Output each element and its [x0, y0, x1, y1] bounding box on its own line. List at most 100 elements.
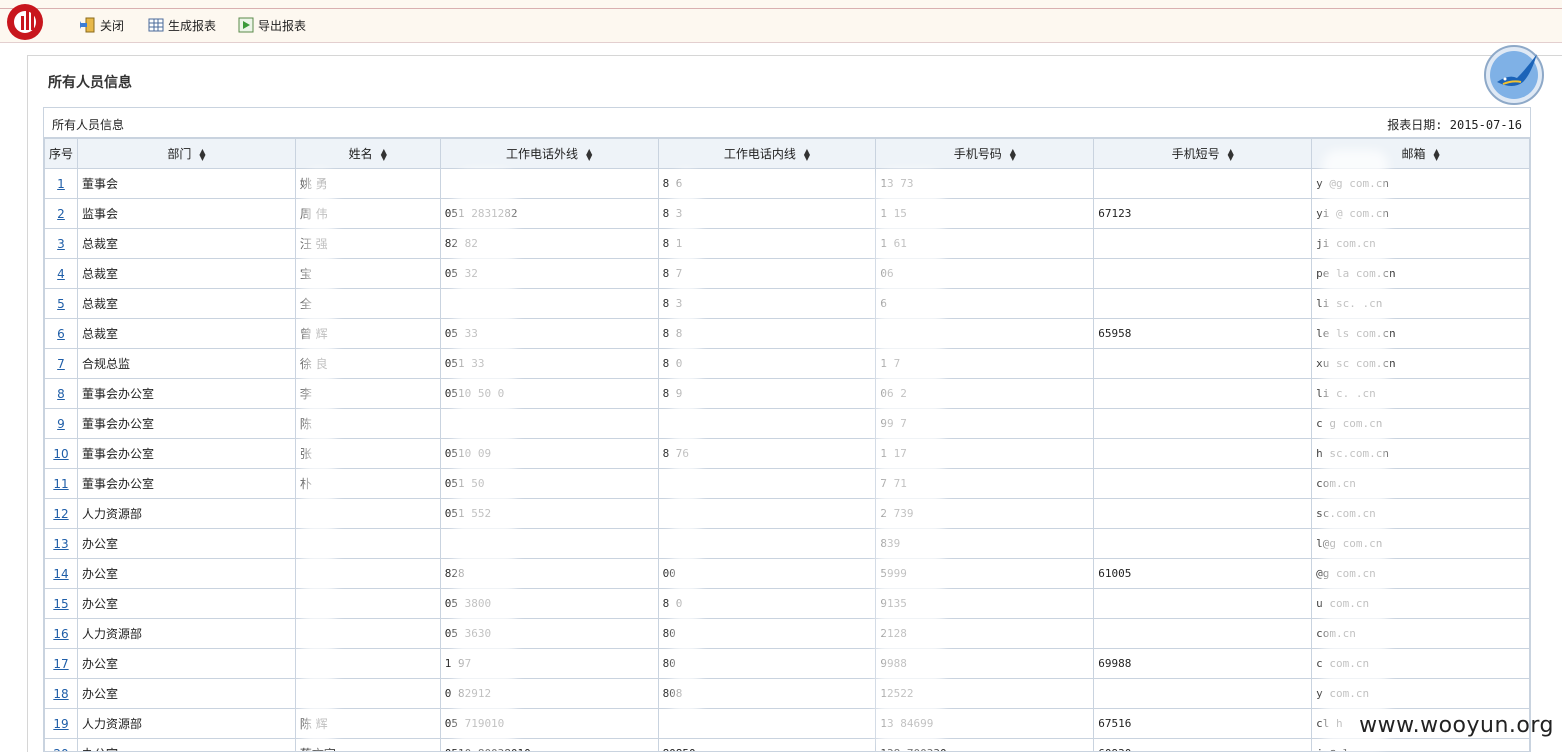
row-number-link[interactable]: 16	[53, 627, 68, 641]
row-number-link[interactable]: 14	[53, 567, 68, 581]
table-cell: 监事会	[76, 198, 296, 229]
table-cell: 6	[44, 318, 78, 349]
row-number-link[interactable]: 15	[53, 597, 68, 611]
table-cell: 人力资源部	[76, 618, 296, 649]
report-header: 所有人员信息 报表日期: 2015-07-16	[44, 108, 1530, 138]
row-number-link[interactable]: 11	[53, 477, 68, 491]
table-row: 6总裁室曾 辉05 338 865958le ls com.cn	[44, 318, 1530, 349]
table-cell: 80850	[657, 738, 877, 751]
row-number-link[interactable]: 8	[57, 387, 65, 401]
table-row: 1董事会姚 勇8 613 73y @g com.cn	[44, 168, 1530, 199]
row-number-link[interactable]: 2	[57, 207, 65, 221]
column-header[interactable]: 工作电话内线 ▲ ▼	[657, 138, 877, 169]
row-number-link[interactable]: 10	[53, 447, 68, 461]
bird-logo-icon	[1484, 45, 1544, 105]
table-cell: 20	[44, 738, 78, 752]
sort-icon[interactable]: ▲ ▼	[381, 147, 387, 161]
table-row: 17办公室1 9780998869988c com.cn	[44, 648, 1530, 679]
table-cell: 办公室	[76, 588, 296, 619]
table-cell	[1093, 168, 1313, 199]
table-row: 11董事会办公室朴051 507 71com.cn	[44, 468, 1530, 499]
column-header[interactable]: 手机短号 ▲ ▼	[1093, 138, 1313, 169]
table-row: 14办公室82800599961005@g com.cn	[44, 558, 1530, 589]
column-header-label: 手机短号	[1171, 147, 1220, 161]
table-cell	[1093, 678, 1313, 709]
table-body: 1董事会姚 勇8 613 73y @g com.cn2监事会周 伟051 283…	[44, 168, 1530, 752]
table-cell: 合规总监	[76, 348, 296, 379]
table-row: 7合规总监徐 良051 338 01 7xu sc com.cn	[44, 348, 1530, 379]
app-logo-icon	[7, 4, 43, 40]
row-number-link[interactable]: 4	[57, 267, 65, 281]
table-header-row: 序号 部门 ▲ ▼ 姓名 ▲ ▼ 工作电话外线 ▲ ▼ 工作电话内线 ▲ ▼ 手机号码 ▲ ▼ 手机短号 ▲ ▼ 邮箱…	[44, 138, 1530, 169]
table-cell: 9	[44, 408, 78, 439]
table-cell: 办公室	[76, 528, 296, 559]
row-number-link[interactable]: 3	[57, 237, 65, 251]
table-row: 8董事会办公室李0510 50 08 906 2li c. .cn	[44, 378, 1530, 409]
column-header-label: 序号	[48, 147, 73, 161]
page-title: 所有人员信息	[48, 75, 132, 91]
table-cell: 董事会办公室	[76, 408, 296, 439]
export-report-button[interactable]: 导出报表	[238, 16, 306, 34]
table-row: 16人力资源部05 3630802128com.cn	[44, 618, 1530, 649]
table-cell: 人力资源部	[76, 498, 296, 529]
sort-icon[interactable]: ▲ ▼	[1433, 147, 1439, 161]
report-container: 所有人员信息 报表日期: 2015-07-16 序号 部门 ▲ ▼ 姓名 ▲ ▼ 工作电话外线…	[43, 107, 1531, 752]
sort-icon[interactable]: ▲ ▼	[804, 147, 810, 161]
row-number-link[interactable]: 18	[53, 687, 68, 701]
table-cell	[1093, 348, 1313, 379]
sort-icon[interactable]: ▲ ▼	[586, 147, 592, 161]
redaction-mask	[455, 170, 515, 750]
column-header-label: 工作电话内线	[723, 147, 796, 161]
close-door-icon	[80, 17, 95, 33]
toolbar-top-line	[0, 8, 1562, 9]
table-cell: 董事会办公室	[76, 438, 296, 469]
table-cell: 3	[44, 228, 78, 259]
table-grid-icon	[148, 18, 164, 32]
row-number-link[interactable]: 6	[57, 327, 65, 341]
table-cell: 4	[44, 258, 78, 289]
sort-icon[interactable]: ▲ ▼	[199, 147, 205, 161]
table-cell	[1093, 288, 1313, 319]
table-row: 20办公室蔡文宇0510 8003801080850138 7003306093…	[44, 738, 1530, 752]
table-cell	[1093, 438, 1313, 469]
row-number-link[interactable]: 13	[53, 537, 68, 551]
table-row: 3总裁室汪 强82 828 11 61ji com.cn	[44, 228, 1530, 259]
row-number-link[interactable]: 9	[57, 417, 65, 431]
row-number-link[interactable]: 1	[57, 177, 65, 191]
column-header[interactable]: 手机号码 ▲ ▼	[875, 138, 1095, 169]
column-header-label: 邮箱	[1401, 147, 1426, 161]
table-cell: 60930	[1093, 738, 1313, 751]
table-cell: 办公室	[76, 738, 296, 751]
table-row: 9董事会办公室陈99 7c g com.cn	[44, 408, 1530, 439]
table-cell: 13	[44, 528, 78, 559]
table-cell	[1093, 378, 1313, 409]
row-number-link[interactable]: 5	[57, 297, 65, 311]
table-cell	[1093, 258, 1313, 289]
table-cell: 11	[44, 468, 78, 499]
table-cell	[1093, 528, 1313, 559]
table-cell: 8	[44, 378, 78, 409]
row-number-link[interactable]: 7	[57, 357, 65, 371]
export-icon	[238, 17, 254, 33]
close-button[interactable]: 关闭	[80, 16, 124, 34]
table-cell: 1	[44, 168, 78, 199]
sort-icon[interactable]: ▲ ▼	[1228, 147, 1234, 161]
row-number-link[interactable]: 12	[53, 507, 68, 521]
sort-icon[interactable]: ▲ ▼	[1010, 147, 1016, 161]
table-cell	[1093, 618, 1313, 649]
generate-report-button[interactable]: 生成报表	[148, 16, 216, 34]
column-header[interactable]: 姓名 ▲ ▼	[294, 138, 441, 169]
column-header[interactable]: 工作电话外线 ▲ ▼	[439, 138, 659, 169]
column-header-label: 姓名	[348, 147, 373, 161]
row-number-link[interactable]: 17	[53, 657, 68, 671]
table-cell: 总裁室	[76, 288, 296, 319]
table-cell: 19	[44, 708, 78, 739]
table-cell: 61005	[1093, 558, 1313, 589]
column-header[interactable]: 部门 ▲ ▼	[76, 138, 296, 169]
row-number-link[interactable]: 20	[53, 747, 68, 752]
staff-table: 序号 部门 ▲ ▼ 姓名 ▲ ▼ 工作电话外线 ▲ ▼ 工作电话内线 ▲ ▼ 手机号码 ▲ ▼ 手机短号 ▲ ▼ 邮箱…	[44, 138, 1530, 752]
table-cell: 10	[44, 438, 78, 469]
table-cell: 16	[44, 618, 78, 649]
row-number-link[interactable]: 19	[53, 717, 68, 731]
table-cell	[1093, 228, 1313, 259]
